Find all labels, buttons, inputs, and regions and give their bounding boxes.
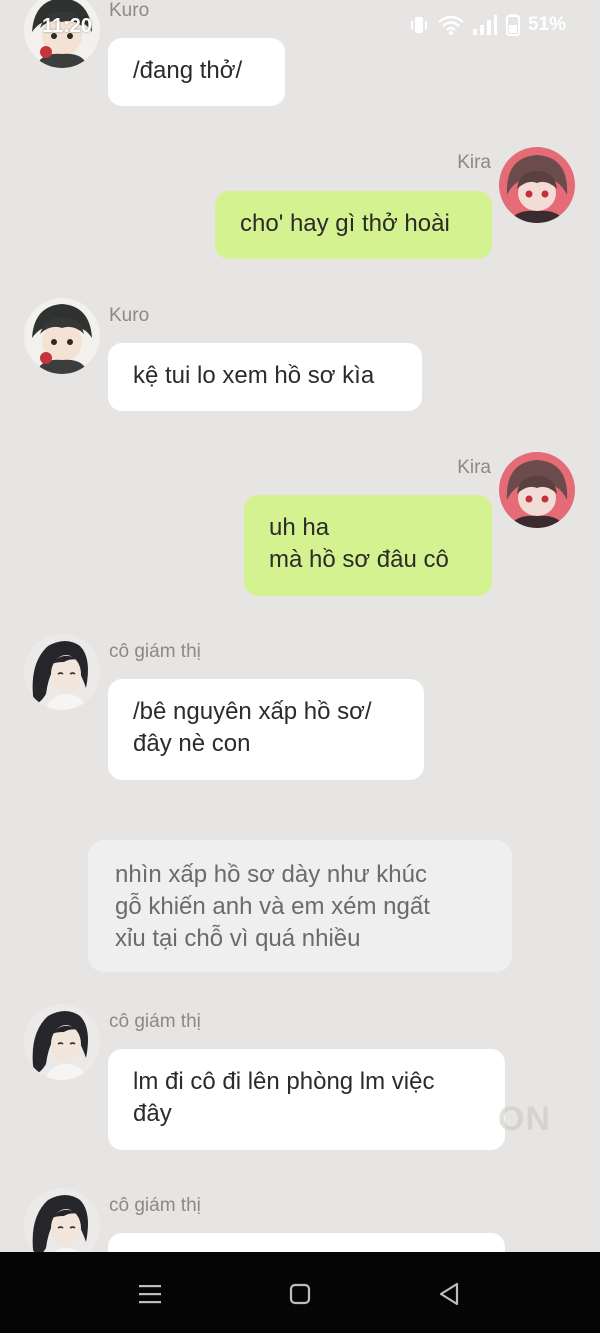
back-button[interactable] <box>429 1274 469 1314</box>
signal-icon <box>472 15 497 35</box>
battery-icon <box>505 14 520 36</box>
avatar-co-giam-thi[interactable] <box>24 1188 100 1252</box>
recents-button[interactable] <box>130 1274 170 1314</box>
watermark-text: ON <box>498 1100 551 1138</box>
navigation-bar <box>0 1252 600 1333</box>
avatar-kira[interactable] <box>499 452 575 528</box>
teacher-avatar-icon <box>24 1188 100 1252</box>
message-bubble[interactable] <box>108 1233 505 1252</box>
home-button[interactable] <box>280 1274 320 1314</box>
message-bubble[interactable]: cho' hay gì thở hoài <box>215 191 492 259</box>
teacher-avatar-icon <box>24 1004 100 1080</box>
message-bubble[interactable]: /bê nguyên xấp hồ sơ/ đây nè con <box>108 679 424 780</box>
status-bar: 11:20 51% <box>0 0 600 52</box>
kira-avatar-icon <box>499 147 575 223</box>
status-icons: 51% <box>408 14 566 36</box>
battery-percent: 51% <box>527 14 566 35</box>
status-time: 11:20 <box>42 15 93 37</box>
teacher-avatar-icon <box>24 634 100 710</box>
avatar-co-giam-thi[interactable] <box>24 634 100 710</box>
recents-icon <box>139 1285 161 1304</box>
back-icon <box>439 1282 459 1306</box>
message-bubble[interactable]: kệ tui lo xem hồ sơ kìa <box>108 343 422 411</box>
narration-bubble[interactable]: nhìn xấp hồ sơ dày như khúc gỗ khiến anh… <box>88 840 512 972</box>
sender-name: Kuro <box>109 305 150 326</box>
kuro-avatar-icon <box>24 298 100 374</box>
home-icon <box>289 1283 311 1305</box>
message-bubble[interactable]: lm đi cô đi lên phòng lm việc đây <box>108 1049 505 1150</box>
kira-avatar-icon <box>499 452 575 528</box>
avatar-co-giam-thi[interactable] <box>24 1004 100 1080</box>
avatar-kira[interactable] <box>499 147 575 223</box>
wifi-icon <box>438 15 464 35</box>
sender-name: cô giám thị <box>109 641 201 662</box>
sender-name: cô giám thị <box>109 1011 201 1032</box>
chat-area[interactable]: Kuro /đang thở/ Kira cho' hay gì thở hoà… <box>0 0 600 1252</box>
vibrate-icon <box>410 17 427 33</box>
avatar-kuro[interactable] <box>24 298 100 374</box>
sender-name: cô giám thị <box>109 1195 201 1216</box>
sender-name: Kira <box>457 457 491 478</box>
sender-name: Kira <box>457 152 491 173</box>
message-bubble[interactable]: uh ha mà hồ sơ đâu cô <box>244 495 492 596</box>
